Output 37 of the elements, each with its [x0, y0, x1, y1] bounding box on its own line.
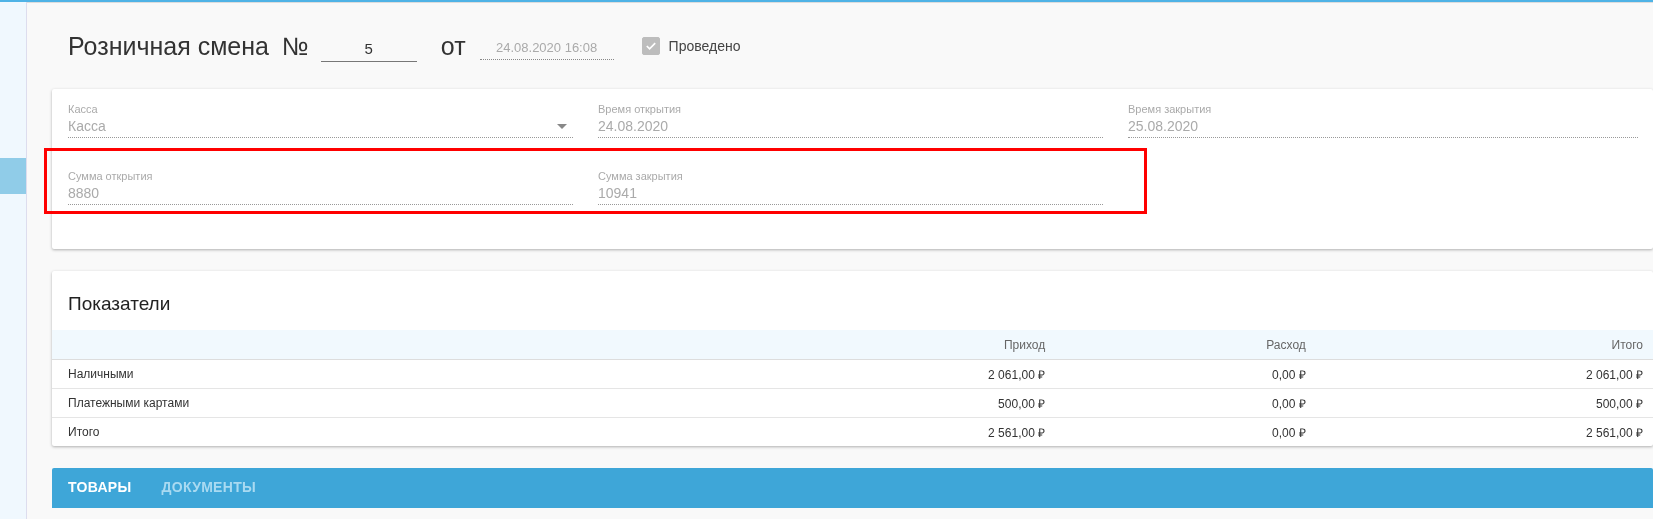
field-label: Время закрытия	[1128, 103, 1213, 115]
posted-checkbox[interactable]	[641, 37, 660, 55]
number-label: №	[281, 31, 309, 61]
column-header: Итого	[1315, 330, 1653, 360]
table-cell: Наличными	[52, 359, 718, 389]
table-cell: 2 561,00 ₽	[1315, 417, 1653, 446]
input-field[interactable]: 8880	[68, 182, 573, 205]
input-field[interactable]: 24.08.2020	[598, 115, 1103, 138]
input-field[interactable]: 25.08.2020	[1128, 115, 1638, 138]
field-label: Сумма открытия	[68, 170, 154, 182]
table-cell: 2 061,00 ₽	[718, 359, 1056, 389]
table-cell: Итого	[52, 417, 718, 446]
field-label: Касса	[68, 103, 99, 115]
input-field[interactable]: 10941	[598, 182, 1103, 205]
table-cell: 2 561,00 ₽	[718, 417, 1056, 446]
tab[interactable]: ДОКУМЕНТЫ	[161, 479, 256, 497]
side-tab[interactable]	[0, 158, 26, 194]
select-field[interactable]: Касса	[68, 115, 573, 138]
posted-label: Проведено	[668, 38, 741, 54]
field-label: Время открытия	[598, 103, 683, 115]
table-cell: 0,00 ₽	[1055, 388, 1316, 418]
page-title: Розничная смена	[68, 31, 269, 61]
column-header: Приход	[718, 330, 1056, 360]
table-cell: 0,00 ₽	[1055, 417, 1316, 446]
tab[interactable]: ТОВАРЫ	[68, 479, 132, 497]
column-header: Расход	[1055, 330, 1316, 360]
date-field[interactable]: 24.08.2020 16:08	[479, 38, 614, 60]
caret-icon	[557, 123, 567, 129]
table-cell: 2 061,00 ₽	[1315, 359, 1653, 389]
card-title: Показатели	[67, 292, 172, 316]
table-cell: 500,00 ₽	[718, 388, 1056, 418]
table-cell: 500,00 ₽	[1315, 388, 1653, 418]
field-label: Сумма закрытия	[598, 170, 684, 182]
date-label: от	[440, 31, 466, 61]
table-cell: Платежными картами	[52, 388, 718, 418]
number-field[interactable]: 5	[320, 38, 417, 62]
table-cell: 0,00 ₽	[1055, 359, 1316, 389]
